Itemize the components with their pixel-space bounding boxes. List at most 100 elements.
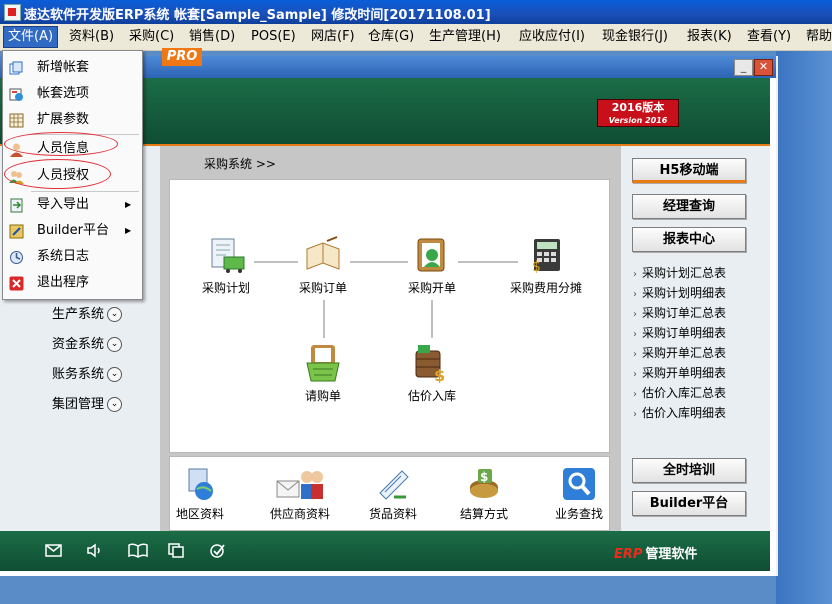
svg-text:$: $ xyxy=(480,470,488,484)
menu-new-book[interactable]: 新增帐套 xyxy=(3,55,142,81)
menu-label: 扩展参数 xyxy=(37,112,90,127)
title-bar: 速达软件开发版ERP系统 帐套[Sample_Sample] 修改时间[2017… xyxy=(0,0,832,24)
menu-sales[interactable]: 销售(D) xyxy=(185,27,239,47)
menu-label: 退出程序 xyxy=(37,275,90,290)
menu-label: 帐套选项 xyxy=(37,86,90,101)
brand-text: 管理软件 xyxy=(645,547,698,562)
report-link[interactable]: › 采购计划明细表 xyxy=(633,284,726,301)
menu-bar: 文件(A) 资料(B) 采购(C) 销售(D) POS(E) 网店(F) 仓库(… xyxy=(0,24,832,51)
book-options-icon xyxy=(9,86,24,101)
menu-production[interactable]: 生产管理(H) xyxy=(425,27,505,47)
book-icon[interactable] xyxy=(128,543,148,558)
report-link[interactable]: › 采购开单明细表 xyxy=(633,364,726,381)
report-link-label: 估价入库明细表 xyxy=(642,406,727,420)
new-book-icon xyxy=(9,60,24,75)
quick-region[interactable]: 地区资料 xyxy=(171,467,229,522)
quick-goods[interactable]: 货品资料 xyxy=(364,467,422,522)
check-icon[interactable] xyxy=(209,543,226,558)
menu-view[interactable]: 查看(Y) xyxy=(743,27,795,47)
chevron-down-icon: ⌄ xyxy=(107,337,123,352)
report-link[interactable]: › 采购开单汇总表 xyxy=(633,344,726,361)
menu-reports[interactable]: 报表(K) xyxy=(683,27,736,47)
menu-book-options[interactable]: 帐套选项 xyxy=(3,81,142,107)
report-link[interactable]: › 采购订单明细表 xyxy=(633,324,726,341)
chevron-down-icon: ⌄ xyxy=(107,307,123,322)
chevron-down-icon: ⌄ xyxy=(107,367,123,382)
report-link[interactable]: › 采购订单汇总表 xyxy=(633,304,726,321)
chevron-right-icon: › xyxy=(633,269,637,280)
version-badge: 2016版本 Version 2016 xyxy=(597,99,679,127)
menu-system-log[interactable]: 系统日志 xyxy=(3,244,142,270)
system-log-icon xyxy=(9,249,24,264)
flow-node-purchase-order[interactable]: 采购订单 xyxy=(293,235,353,296)
flow-arrow xyxy=(431,300,433,338)
chevron-right-icon: › xyxy=(633,289,637,300)
menu-help[interactable]: 帮助 xyxy=(802,27,832,47)
flow-node-requisition[interactable]: 请购单 xyxy=(293,343,353,404)
nav-fund-system[interactable]: 资金系统 ⌄ xyxy=(52,333,123,352)
speaker-icon[interactable] xyxy=(86,543,103,558)
flow-arrow xyxy=(254,261,298,263)
menu-warehouse[interactable]: 仓库(G) xyxy=(364,27,418,47)
copy-icon[interactable] xyxy=(168,543,185,558)
version-sub: Version 2016 xyxy=(608,116,668,125)
report-center-button[interactable]: 报表中心 xyxy=(632,227,746,252)
menu-extend-params[interactable]: 扩展参数 xyxy=(3,107,142,133)
quick-settlement[interactable]: $ 结算方式 xyxy=(454,467,514,522)
menu-purchase[interactable]: 采购(C) xyxy=(125,27,178,47)
minimize-button[interactable]: _ xyxy=(734,59,753,76)
flow-node-purchase-invoice[interactable]: 采购开单 xyxy=(402,235,462,296)
goods-icon xyxy=(376,467,410,501)
flow-arrow xyxy=(350,261,408,263)
quick-supplier[interactable]: 供应商资料 xyxy=(266,467,334,522)
node-label: 估价入库 xyxy=(407,389,456,403)
builder-platform-button[interactable]: Builder平台 xyxy=(632,491,746,516)
menu-builder[interactable]: Builder平台 ▶ xyxy=(3,218,142,244)
quick-business-search[interactable]: 业务查找 xyxy=(551,467,607,522)
region-icon xyxy=(183,467,217,501)
menu-pos[interactable]: POS(E) xyxy=(247,27,300,47)
flow-node-purchase-plan[interactable]: 采购计划 xyxy=(196,235,256,296)
menu-label: Builder平台 xyxy=(37,223,109,238)
manager-query-button[interactable]: 经理查询 xyxy=(632,194,746,219)
menu-data[interactable]: 资料(B) xyxy=(65,27,118,47)
flow-node-estimated-stock-in[interactable]: $ 估价入库 xyxy=(402,343,462,404)
chevron-right-icon: › xyxy=(633,309,637,320)
settlement-icon: $ xyxy=(467,467,501,501)
nav-label: 集团管理 xyxy=(52,397,105,412)
menu-file[interactable]: 文件(A) xyxy=(3,26,59,48)
report-link[interactable]: › 采购计划汇总表 xyxy=(633,264,726,281)
quick-label: 货品资料 xyxy=(368,507,417,521)
builder-icon xyxy=(9,223,24,239)
nav-production-system[interactable]: 生产系统 ⌄ xyxy=(52,303,123,322)
report-link-label: 采购计划明细表 xyxy=(642,286,727,300)
chevron-right-icon: › xyxy=(633,349,637,360)
chevron-right-icon: › xyxy=(633,409,637,420)
close-button[interactable]: ✕ xyxy=(754,59,773,76)
menu-cash-bank[interactable]: 现金银行(J) xyxy=(598,27,672,47)
nav-accounting-system[interactable]: 账务系统 ⌄ xyxy=(52,363,123,382)
menu-import-export[interactable]: 导入导出 ▶ xyxy=(3,192,142,218)
chevron-right-icon: › xyxy=(633,389,637,400)
business-search-icon xyxy=(562,467,596,501)
menu-exit[interactable]: 退出程序 xyxy=(3,270,142,296)
purchase-order-icon xyxy=(303,235,343,275)
menu-webshop[interactable]: 网店(F) xyxy=(307,27,359,47)
nav-label: 资金系统 xyxy=(52,337,105,352)
training-button[interactable]: 全时培训 xyxy=(632,458,746,483)
menu-label: 系统日志 xyxy=(37,249,90,264)
menu-receivables[interactable]: 应收应付(I) xyxy=(515,27,589,47)
screen: 速达软件开发版ERP系统 帐套[Sample_Sample] 修改时间[2017… xyxy=(0,0,832,604)
report-link-label: 采购开单汇总表 xyxy=(642,346,727,360)
breadcrumb: 采购系统 >> xyxy=(204,157,276,171)
purchase-plan-icon xyxy=(206,235,246,275)
report-link[interactable]: › 估价入库明细表 xyxy=(633,404,726,421)
flow-node-cost-allocation[interactable]: $ 采购费用分摊 xyxy=(506,235,586,296)
annotation-ellipse xyxy=(4,132,118,156)
mail-icon[interactable] xyxy=(45,543,62,558)
annotation-ellipse xyxy=(4,159,111,189)
report-link[interactable]: › 估价入库汇总表 xyxy=(633,384,726,401)
h5-mobile-button[interactable]: H5移动端 xyxy=(632,158,746,183)
brand-red: ERP xyxy=(614,547,643,562)
nav-group-management[interactable]: 集团管理 ⌄ xyxy=(52,393,123,412)
